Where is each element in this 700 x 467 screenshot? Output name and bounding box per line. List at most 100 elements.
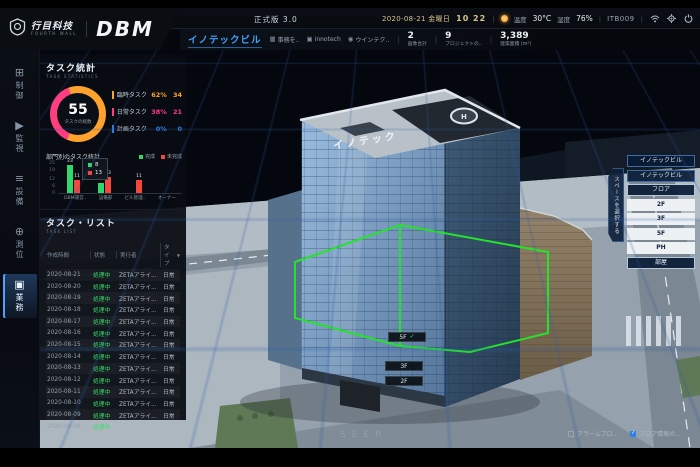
- floor-button-8[interactable]: 部屋: [627, 257, 695, 269]
- table-row[interactable]: 2020-08-08処理中ZETAアライ...日常: [46, 421, 180, 433]
- cell-type: 日常: [160, 340, 180, 349]
- table-row[interactable]: 2020-08-12処理中ZETAアライ...日常: [46, 374, 180, 386]
- wifi-icon[interactable]: [649, 13, 660, 24]
- building-name[interactable]: イノテックビル: [188, 32, 262, 48]
- checkbox-icon[interactable]: ✓: [630, 431, 636, 437]
- time-label: 10 22: [456, 14, 486, 23]
- sidebar-item-equipment[interactable]: ≡設備: [3, 168, 37, 212]
- floor-tag-label: 3F: [400, 363, 407, 370]
- floor-tag-label: 5F: [399, 334, 406, 341]
- floor-button-3[interactable]: フロア: [627, 184, 695, 196]
- cell-status: 処理中: [90, 399, 116, 408]
- bar-group[interactable]: 11: [129, 174, 142, 193]
- floor-tag-5f[interactable]: 5F✓: [388, 332, 426, 342]
- brand-subtitle: FOURTH WALL: [31, 32, 77, 36]
- project-meta-item[interactable]: ▣innotech: [307, 36, 341, 43]
- task-list-panel: タスク・リスト TASK LIST 作成時間 状態 実行者 タイプ ▼ 2020…: [40, 210, 186, 420]
- cell-date: 2020-08-14: [46, 354, 90, 360]
- task-type-swatch: [112, 91, 114, 99]
- bar: 23: [67, 159, 73, 193]
- floor-button-4[interactable]: 2F: [627, 199, 695, 211]
- table-row[interactable]: 2020-08-10処理中ZETAアライ...日常: [46, 398, 180, 410]
- project-stat: 3,389建築面積 (m²): [500, 32, 531, 47]
- project-stat-label: 建築面積 (m²): [500, 42, 531, 47]
- cell-executor: ZETAアライ...: [116, 329, 160, 338]
- sidebar-item-control[interactable]: ⊞制御: [3, 62, 37, 106]
- task-list-rows: 2020-08-21処理中ZETAアライ...日常2020-08-20処理中ZE…: [46, 269, 180, 433]
- table-row[interactable]: 2020-08-18処理中ZETAアライ...日常: [46, 304, 180, 316]
- cell-executor: ZETAアライ...: [116, 387, 160, 396]
- table-row[interactable]: 2020-08-21処理中ZETAアライ...日常: [46, 269, 180, 281]
- task-donut-chart[interactable]: 55 タスクの総数: [50, 86, 106, 142]
- space-selector-tab[interactable]: スペースを選択する: [608, 168, 624, 242]
- sidebar-item-label: 制御: [14, 81, 25, 101]
- task-type-percent: 62%: [150, 91, 167, 99]
- task-stats-title: タスク統計: [46, 61, 180, 74]
- floor-button-5[interactable]: 3F: [627, 213, 695, 225]
- task-type-percent: 38%: [150, 108, 167, 116]
- cell-executor: ZETAアライ...: [116, 282, 160, 291]
- brand-text: 行目科技 FOURTH WALL: [31, 22, 77, 37]
- cell-date: 2020-08-15: [46, 342, 90, 348]
- floor-button-2[interactable]: イノテックビル: [627, 170, 695, 182]
- table-row[interactable]: 2020-08-09処理中ZETAアライ...日常: [46, 409, 180, 421]
- bar-value-label: 11: [74, 174, 80, 179]
- col-type[interactable]: タイプ ▼: [160, 243, 180, 267]
- sun-icon: [501, 15, 508, 22]
- checkbox-icon[interactable]: [568, 431, 574, 437]
- bar: [129, 187, 135, 193]
- table-row[interactable]: 2020-08-19処理中ZETAアライ...日常: [46, 292, 180, 304]
- project-meta-item[interactable]: ◉ウインテク..: [348, 35, 390, 44]
- sidebar-item-label: 測位: [14, 240, 25, 260]
- floor-tag-2f[interactable]: 2F: [385, 376, 423, 386]
- col-created: 作成時間: [46, 251, 90, 259]
- power-icon[interactable]: [683, 13, 694, 24]
- table-row[interactable]: 2020-08-17処理中ZETAアライ...日常: [46, 316, 180, 328]
- table-row[interactable]: 2020-08-16処理中ZETAアライ...日常: [46, 327, 180, 339]
- table-row[interactable]: 2020-08-20処理中ZETAアライ...日常: [46, 281, 180, 293]
- table-row[interactable]: 2020-08-14処理中ZETAアライ...日常: [46, 351, 180, 363]
- bar-group[interactable]: [160, 187, 173, 193]
- bar-category-label: オーナー: [158, 195, 176, 201]
- y-tick: 12: [49, 177, 55, 182]
- bar-chart-plot: 231181311: [58, 163, 182, 194]
- bar-category-label: ビル管理..: [125, 195, 146, 201]
- sidebar-item-business[interactable]: ▣業務: [3, 274, 37, 318]
- gear-icon[interactable]: [666, 13, 677, 24]
- cell-executor: ZETAアライ...: [116, 411, 160, 420]
- tooltip-swatch: [88, 171, 92, 175]
- task-total-caption: タスクの総数: [65, 119, 92, 125]
- cell-date: 2020-08-20: [46, 284, 90, 290]
- table-row[interactable]: 2020-08-11処理中ZETAアライ...日常: [46, 386, 180, 398]
- task-type-count: 34: [170, 91, 182, 99]
- floor-button-7[interactable]: PH: [627, 242, 695, 254]
- divider: |: [492, 15, 494, 23]
- divider: |: [397, 36, 399, 44]
- project-meta-item[interactable]: ▦事務を..: [270, 35, 300, 44]
- scene-toggles: アラームプロ... ✓フロア情報の...: [568, 429, 681, 438]
- divider: |: [599, 15, 601, 23]
- floor-button-1[interactable]: イノテックビル: [627, 155, 695, 167]
- sidebar-item-positioning[interactable]: ⊕測位: [3, 221, 37, 265]
- scene-toggle-1[interactable]: アラームプロ...: [568, 429, 618, 438]
- cell-date: 2020-08-19: [46, 295, 90, 301]
- floor-button-6[interactable]: 5F: [627, 228, 695, 240]
- table-row[interactable]: 2020-08-15処理中ZETAアライ...日常: [46, 339, 180, 351]
- tree: [252, 413, 258, 419]
- device-id: ITB009: [607, 15, 635, 23]
- date-label: 2020-08-21 金曜日: [382, 14, 450, 24]
- cell-type: 日常: [160, 317, 180, 326]
- sidebar-item-monitor[interactable]: ▶監視: [3, 115, 37, 159]
- annex-grid: [520, 208, 592, 380]
- sort-icon[interactable]: ▼: [177, 253, 180, 258]
- bar-group[interactable]: 2311: [67, 159, 80, 193]
- cell-type: 日常: [160, 270, 180, 279]
- table-row[interactable]: 2020-08-13処理中ZETAアライ...日常: [46, 363, 180, 375]
- floor-tag-3f[interactable]: 3F: [385, 361, 423, 371]
- floor-selector: イノテックビルイノテックビルフロア 2F 3F 5F PH 部屋: [627, 155, 695, 269]
- task-list-header: 作成時間 状態 実行者 タイプ ▼: [46, 241, 180, 269]
- cell-status: 処理中: [90, 376, 116, 385]
- scene-toggle-2[interactable]: ✓フロア情報の...: [630, 429, 681, 438]
- dept-bar-chart[interactable]: 25191260 231181311 DBM運営..設備部ビル管理..オーナー …: [46, 163, 182, 205]
- cell-status: 処理中: [90, 352, 116, 361]
